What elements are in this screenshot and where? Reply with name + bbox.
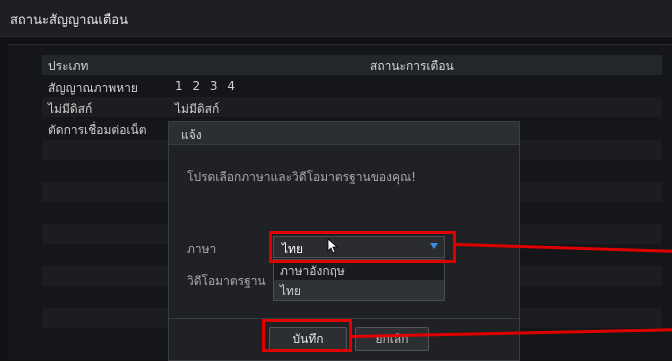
- dialog-message: โปรดเลือกภาษาและวิดีโอมาตรฐานของคุณ!: [187, 170, 416, 184]
- language-highlight-box: [269, 231, 456, 263]
- video-standard-label: วิดีโอมาตรฐาน: [187, 274, 266, 288]
- save-highlight-box: [262, 319, 352, 352]
- window-titlebar: สถานะสัญญาณเตือน: [0, 0, 672, 37]
- header-status: สถานะการเตือน: [370, 59, 454, 73]
- row-type: ตัดการเชื่อมต่อเน็ต: [48, 123, 147, 137]
- window-title: สถานะสัญญาณเตือน: [10, 13, 129, 28]
- language-option[interactable]: ภาษาอังกฤษ: [274, 260, 444, 280]
- table-row: สัญญาณภาพหาย 1 2 3 4: [42, 76, 662, 96]
- row-value: ไม่มีดิสก์: [175, 102, 220, 116]
- row-value: 1 2 3 4: [175, 79, 238, 93]
- language-option-label: ไทย: [280, 284, 301, 298]
- header-type: ประเภท: [48, 59, 89, 73]
- row-type: สัญญาณภาพหาย: [48, 81, 138, 95]
- language-option-label: ภาษาอังกฤษ: [280, 264, 345, 278]
- row-type: ไม่มีดิสก์: [48, 102, 93, 116]
- table-header: ประเภท สถานะการเตือน: [42, 55, 662, 75]
- dialog-titlebar: แจ้ง: [169, 122, 519, 145]
- cancel-button[interactable]: ยกเลิก: [355, 327, 429, 351]
- language-options-list: ภาษาอังกฤษ ไทย: [273, 259, 445, 301]
- table-row: ไม่มีดิสก์ ไม่มีดิสก์: [42, 97, 662, 117]
- dialog-title: แจ้ง: [181, 128, 202, 142]
- language-label: ภาษา: [187, 242, 217, 256]
- language-option[interactable]: ไทย: [274, 280, 444, 300]
